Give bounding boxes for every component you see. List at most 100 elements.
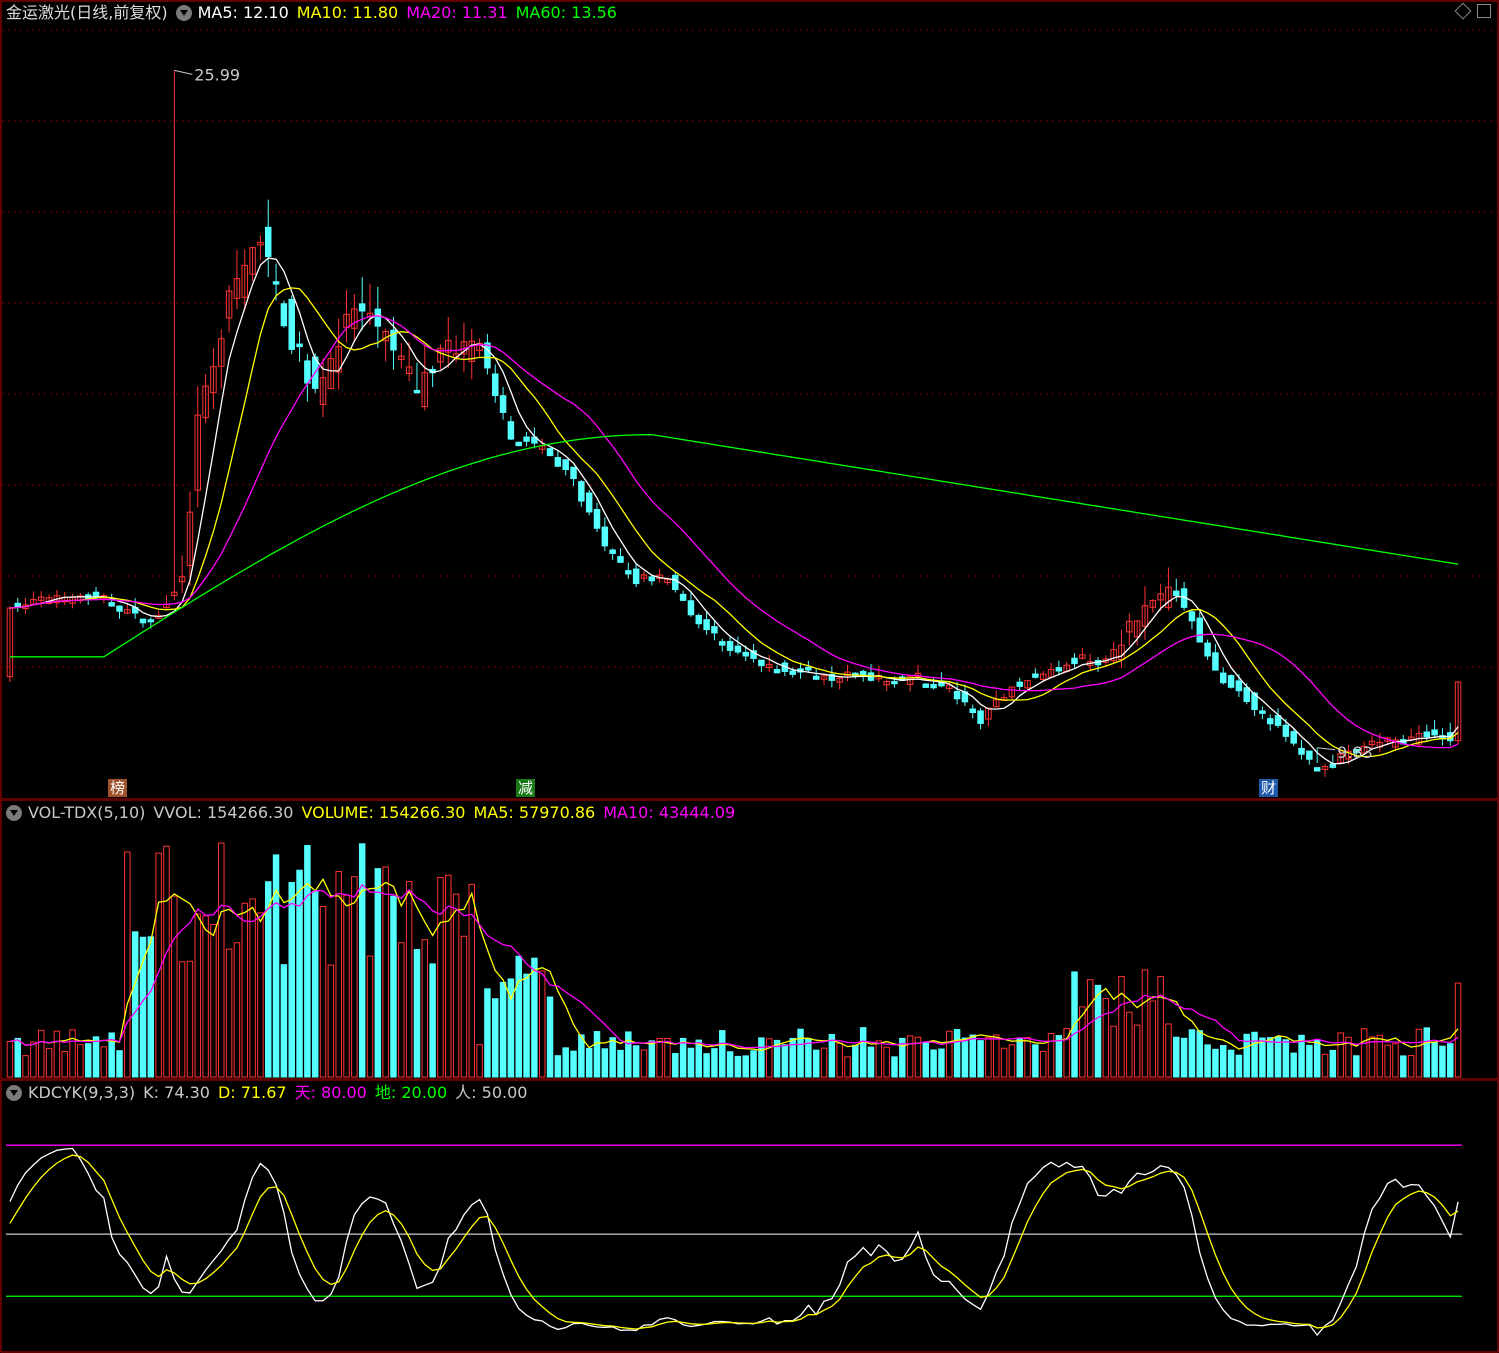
k-label: K: 74.30: [143, 1083, 210, 1102]
candle-body: [891, 680, 898, 685]
volume-bar: [171, 895, 178, 1078]
volume-bar: [225, 948, 233, 1078]
candle-body: [1282, 724, 1290, 737]
candle-body: [1188, 611, 1196, 622]
price-pane[interactable]: 25.99 9.83 金运激光(日线,前复权) MA5: 12.10 MA10: …: [0, 0, 1499, 800]
candle-body: [304, 360, 311, 384]
volume-bar: [437, 877, 444, 1078]
volume-bar: [1055, 1035, 1063, 1078]
low-mark-label: 9.83: [1337, 743, 1373, 762]
volume-bar: [1360, 1028, 1368, 1078]
volume-bar: [750, 1050, 757, 1078]
candle-body: [726, 641, 734, 651]
volume-bar: [1008, 1044, 1016, 1078]
ma5-label: MA5: 12.10: [197, 3, 289, 22]
volume-bar: [30, 1041, 37, 1078]
volume-bar: [37, 1029, 45, 1078]
volume-bar: [992, 1034, 1000, 1078]
k-line: [9, 1147, 1459, 1337]
volume-bar: [742, 1055, 749, 1078]
volume-bar: [1407, 1055, 1415, 1078]
candle-body: [789, 670, 796, 675]
badge-cai[interactable]: 财: [1259, 779, 1279, 797]
price-chart[interactable]: 25.99 9.83: [0, 0, 1499, 800]
volume-bar: [891, 1056, 898, 1078]
volume-bar: [499, 981, 507, 1078]
price-header: 金运激光(日线,前复权) MA5: 12.10 MA10: 11.80 MA20…: [6, 2, 625, 24]
candle-body: [523, 436, 530, 442]
volume-bar: [77, 1044, 84, 1078]
volume-bar: [319, 905, 327, 1078]
volume-bar: [726, 1051, 734, 1078]
badge-jian[interactable]: 减: [516, 779, 536, 797]
candle-body: [1196, 617, 1204, 643]
volume-bar: [249, 898, 256, 1078]
volume-bar: [1353, 1055, 1360, 1078]
collapse-icon[interactable]: [175, 5, 192, 21]
volume-bar: [460, 935, 468, 1078]
volume-bar: [429, 963, 436, 1078]
candle-body: [492, 373, 499, 397]
volume-bar: [695, 1039, 703, 1078]
candle-body: [1313, 767, 1321, 772]
volume-bar: [1220, 1045, 1227, 1078]
volume-bar: [1016, 1037, 1023, 1078]
volume-bar: [805, 1038, 812, 1078]
volume-bar: [124, 851, 131, 1078]
volume-bar: [609, 1037, 616, 1078]
volume-bar: [147, 936, 155, 1078]
volume-bar: [953, 1028, 961, 1078]
volume-bar: [1149, 1000, 1157, 1078]
volume-bar: [1126, 1011, 1133, 1078]
candle-body: [953, 691, 961, 700]
candle-body: [805, 666, 812, 671]
volume-bar: [985, 1036, 992, 1078]
volume-bar: [335, 871, 342, 1078]
candle-body: [1306, 750, 1313, 760]
volume-bar: [405, 881, 413, 1078]
volume-bar: [280, 964, 288, 1078]
volume-bar: [390, 895, 397, 1078]
volume-bar: [84, 1043, 92, 1078]
collapse-icon[interactable]: [6, 805, 22, 821]
candle-body: [609, 549, 616, 554]
candle-body: [1423, 731, 1431, 738]
volume-bar: [836, 1042, 843, 1078]
volume-bar: [210, 923, 217, 1078]
volume-bar: [131, 931, 139, 1078]
volume-bar: [1165, 1023, 1172, 1078]
collapse-icon[interactable]: [6, 1085, 22, 1101]
volume-bar: [1447, 1043, 1454, 1078]
volume-bar: [163, 845, 170, 1078]
volume-bar: [6, 1040, 14, 1078]
volume-label: VOLUME: 154266.30: [301, 803, 466, 822]
volume-chart[interactable]: [0, 800, 1499, 1080]
volume-bar: [233, 942, 241, 1078]
volume-bar: [1188, 1029, 1196, 1078]
volume-bar: [100, 1046, 108, 1078]
candle-body: [1220, 672, 1227, 684]
candle-body: [147, 619, 155, 623]
candle-body: [711, 626, 718, 634]
square-icon[interactable]: [1477, 4, 1491, 18]
volume-bar: [257, 912, 264, 1078]
kd-pane[interactable]: KDCYK(9,3,3) K: 74.30 D: 71.67 天: 80.00 …: [0, 1080, 1499, 1353]
ma20-label: MA20: 11.31: [406, 3, 508, 22]
volume-bar: [640, 1049, 648, 1078]
volume-bar: [69, 1029, 76, 1078]
volume-bar: [679, 1037, 687, 1078]
volume-bar: [186, 960, 194, 1078]
kd-chart[interactable]: [0, 1080, 1499, 1353]
volume-bar: [601, 1048, 609, 1078]
volume-bar: [711, 1048, 718, 1078]
volume-bar: [585, 1047, 593, 1078]
volume-bar: [523, 973, 530, 1078]
candle-body: [562, 459, 569, 471]
volume-pane[interactable]: VOL-TDX(5,10) VVOL: 154266.30 VOLUME: 15…: [0, 800, 1499, 1080]
vol-ma5-label: MA5: 57970.86: [473, 803, 596, 822]
volume-bar: [1133, 1024, 1141, 1078]
ma60-label: MA60: 13.56: [515, 3, 617, 22]
candle-body: [969, 708, 976, 714]
badge-bang[interactable]: 榜: [108, 779, 128, 797]
candle-body: [1266, 718, 1274, 725]
